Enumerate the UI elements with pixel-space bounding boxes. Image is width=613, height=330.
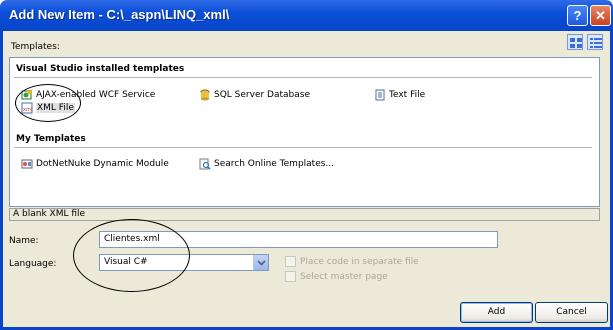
small-icons-view-button[interactable] (587, 34, 603, 50)
large-icons-icon (570, 38, 582, 48)
database-icon (199, 89, 211, 101)
module-icon (21, 158, 33, 170)
chevron-down-icon[interactable] (253, 255, 268, 270)
master-page-label: Select master page (300, 271, 388, 282)
installed-separator (14, 77, 592, 78)
help-button[interactable]: ? (567, 5, 588, 26)
template-description: A blank XML file (9, 208, 600, 221)
language-label: Language: (9, 259, 57, 269)
template-dotnetnuke-module[interactable]: DotNetNuke Dynamic Module (21, 157, 169, 171)
place-code-option: Place code in separate file (285, 256, 419, 267)
annotation-ellipse-xml-file (15, 84, 81, 122)
place-code-label: Place code in separate file (300, 256, 419, 267)
close-button[interactable]: ✕ (590, 5, 611, 26)
name-label: Name: (9, 236, 39, 246)
close-icon: ✕ (595, 8, 606, 23)
text-file-icon (374, 89, 386, 101)
template-search-online[interactable]: Search Online Templates... (199, 157, 334, 171)
my-templates-separator (14, 147, 592, 148)
annotation-ellipse-name-language (73, 219, 190, 292)
search-templates-icon (199, 158, 211, 170)
help-icon: ? (573, 8, 582, 23)
my-templates-header: My Templates (16, 134, 86, 144)
place-code-checkbox[interactable] (285, 256, 296, 267)
master-page-checkbox[interactable] (285, 271, 296, 282)
window-title: Add New Item - C:\_aspn\LINQ_xml\ (9, 7, 230, 22)
title-bar: Add New Item - C:\_aspn\LINQ_xml\ ? ✕ (0, 0, 613, 31)
master-page-option: Select master page (285, 271, 388, 282)
template-sql-server-database[interactable]: SQL Server Database (199, 88, 310, 102)
installed-templates-header: Visual Studio installed templates (16, 64, 185, 74)
add-button[interactable]: Add (460, 302, 533, 323)
template-text-file[interactable]: Text File (374, 88, 425, 102)
list-view-icon (590, 38, 602, 48)
templates-label: Templates: (11, 42, 60, 52)
large-icons-view-button[interactable] (567, 34, 583, 50)
templates-list (9, 57, 600, 207)
cancel-button[interactable]: Cancel (535, 302, 608, 323)
